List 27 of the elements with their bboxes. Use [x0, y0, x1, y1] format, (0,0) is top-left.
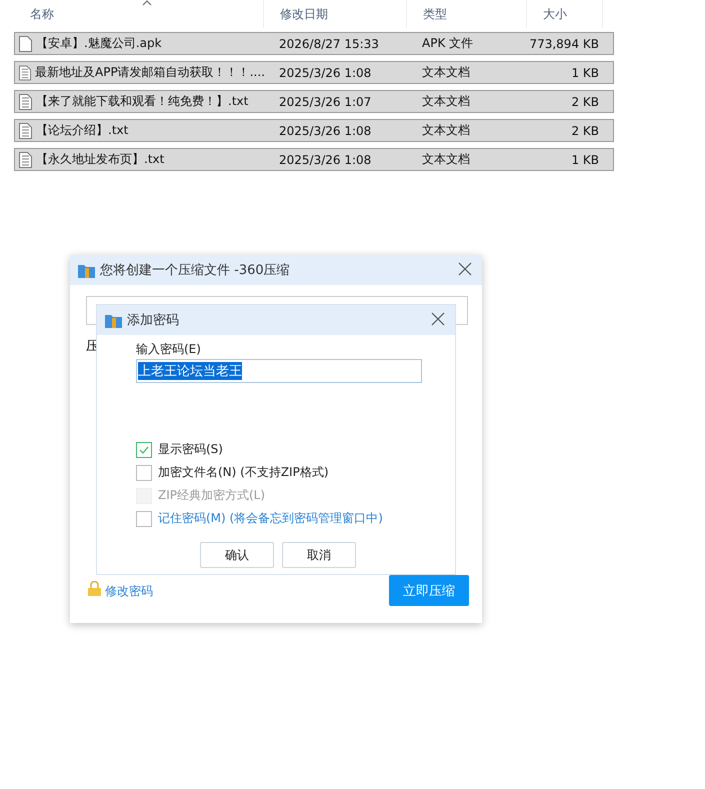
file-type: 文本文档 [421, 122, 471, 139]
file-size: 2 KB [570, 124, 600, 138]
file-size: 1 KB [570, 66, 600, 80]
file-type: APK 文件 [421, 35, 474, 52]
file-name: 【论坛介绍】.txt [36, 122, 128, 139]
modified-date: 2025/3/26 1:08 [278, 152, 372, 166]
file-name: 【永久地址发布页】.txt [36, 151, 164, 168]
file-size: 773,894 KB [528, 36, 600, 50]
field-label: 输入密码(E) [136, 341, 202, 358]
checkbox-label: 加密文件名(N) (不支持ZIP格式) [158, 464, 329, 481]
window-title: 添加密码 [127, 312, 180, 329]
file-name: 【安卓】.魅魔公司.apk [36, 35, 162, 52]
file-name: 最新地址及APP请发邮箱自动获取！！！.... [35, 64, 265, 81]
window-title: 您将创建一个压缩文件 -360压缩 [100, 262, 291, 279]
file-name: 【来了就能下载和观看！纯免费！】.txt [36, 93, 248, 110]
file-size: 2 KB [570, 94, 600, 108]
modified-date: 2025/3/26 1:08 [278, 66, 372, 80]
modified-date: 2025/3/26 1:08 [278, 124, 372, 138]
checkbox-label: ZIP经典加密方式(L) [158, 487, 266, 504]
modified-date: 2025/3/26 1:07 [278, 94, 372, 108]
file-type: 文本文档 [421, 64, 471, 81]
file-size: 1 KB [570, 152, 600, 166]
file-type: 文本文档 [421, 93, 471, 110]
file-type: 文本文档 [421, 151, 471, 168]
checkbox-label: 记住密码(M) (将会备忘到密码管理窗口中) [158, 510, 383, 527]
modified-date: 2026/8/27 15:33 [278, 36, 380, 50]
checkbox-label: 显示密码(S) [158, 441, 223, 458]
